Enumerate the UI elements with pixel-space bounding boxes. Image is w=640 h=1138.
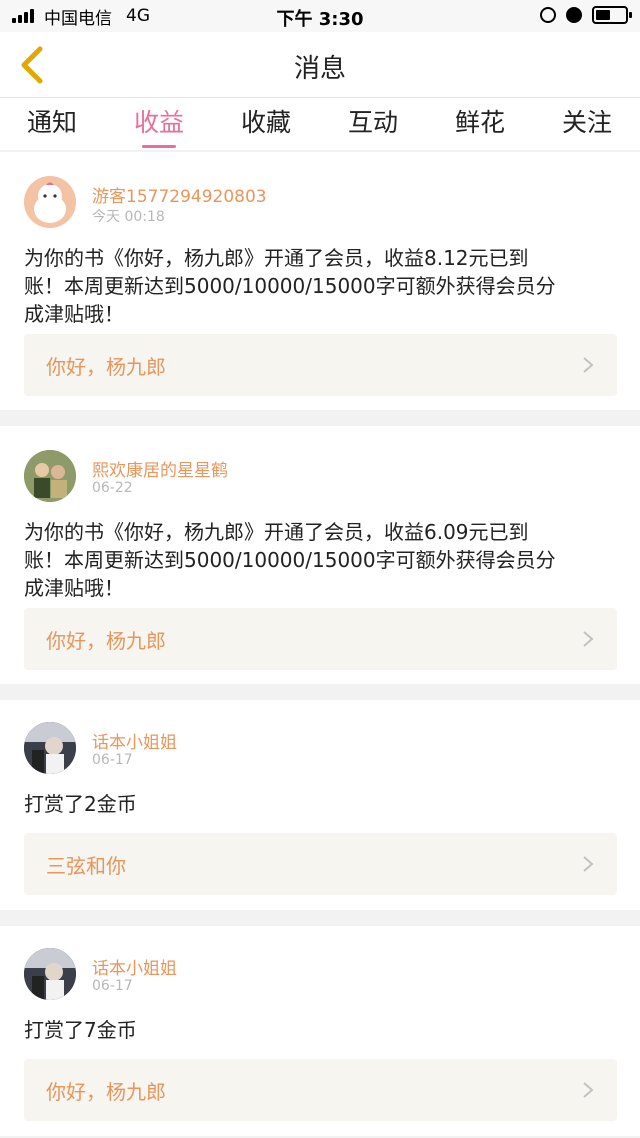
message-line: 打赏了2金币	[24, 792, 137, 816]
chevron-right-icon	[583, 1082, 594, 1098]
message-line: 账！本周更新达到5000/10000/15000字可额外获得会员分	[24, 548, 556, 572]
message-time: 06-17	[92, 752, 133, 768]
tab-label: 收益	[133, 108, 184, 137]
message-text: 打赏了2金币	[24, 790, 620, 818]
book-title: 三弦和你	[46, 854, 126, 878]
tab-label: 互动	[347, 108, 398, 137]
book-title: 你好，杨九郎	[46, 1080, 166, 1104]
alarm-icon	[566, 7, 582, 23]
message-time: 今天 00:18	[92, 209, 165, 225]
message-line: 成津贴哦！	[24, 302, 124, 326]
avatar[interactable]	[24, 722, 76, 774]
message-line: 为你的书《你好，杨九郎》开通了会员，收益6.09元已到	[24, 520, 529, 544]
message-line: 为你的书《你好，杨九郎》开通了会员，收益8.12元已到	[24, 246, 529, 270]
book-title: 你好，杨九郎	[46, 355, 166, 379]
message-line: 账！本周更新达到5000/10000/15000字可额外获得会员分	[24, 274, 556, 298]
message-text: 为你的书《你好，杨九郎》开通了会员，收益6.09元已到 账！本周更新达到5000…	[24, 518, 620, 602]
tab-label: 通知	[26, 108, 77, 137]
message-text: 打赏了7金币	[24, 1016, 620, 1044]
tab-favorites[interactable]: 收藏	[230, 103, 302, 148]
status-right	[540, 6, 632, 24]
chick-avatar-icon	[24, 176, 76, 228]
avatar[interactable]	[24, 948, 76, 1000]
status-bar: 中国电信 4G 下午 3:30	[0, 0, 640, 32]
message-card: 熙欢康居的星星鹤 06-22 为你的书《你好，杨九郎》开通了会员，收益6.09元…	[0, 426, 640, 684]
message-text: 为你的书《你好，杨九郎》开通了会员，收益8.12元已到 账！本周更新达到5000…	[24, 244, 620, 328]
chevron-right-icon	[583, 357, 594, 373]
nav-bar: 消息	[0, 32, 640, 98]
tab-notifications[interactable]: 通知	[16, 103, 88, 148]
message-username[interactable]: 话本小姐姐	[92, 954, 177, 979]
tab-following[interactable]: 关注	[551, 103, 623, 148]
book-link[interactable]: 你好，杨九郎	[24, 334, 617, 396]
message-line: 打赏了7金币	[24, 1018, 137, 1042]
book-link[interactable]: 三弦和你	[24, 833, 617, 895]
message-username[interactable]: 游客1577294920803	[92, 182, 267, 207]
tab-label: 鲜花	[454, 108, 505, 137]
user-photo-icon	[24, 948, 76, 1000]
rotation-lock-icon	[540, 7, 556, 23]
book-link[interactable]: 你好，杨九郎	[24, 608, 617, 670]
avatar[interactable]	[24, 176, 76, 228]
message-username[interactable]: 话本小姐姐	[92, 728, 177, 753]
tab-earnings[interactable]: 收益	[123, 103, 195, 148]
message-username[interactable]: 熙欢康居的星星鹤	[92, 456, 228, 481]
book-link[interactable]: 你好，杨九郎	[24, 1059, 617, 1121]
message-card: 话本小姐姐 06-17 打赏了2金币 三弦和你	[0, 700, 640, 910]
tab-interactions[interactable]: 互动	[337, 103, 409, 148]
avatar[interactable]	[24, 450, 76, 502]
chevron-right-icon	[583, 856, 594, 872]
battery-icon	[592, 6, 632, 24]
page-title: 消息	[293, 54, 346, 84]
tab-label: 关注	[561, 108, 612, 137]
message-time: 06-22	[92, 480, 133, 496]
tab-flowers[interactable]: 鲜花	[444, 103, 516, 148]
tab-active-indicator	[142, 145, 176, 148]
message-card: 话本小姐姐 06-17 打赏了7金币 你好，杨九郎	[0, 926, 640, 1136]
user-photo-icon	[24, 450, 76, 502]
tab-bar: 通知 收益 收藏 互动 鲜花 关注	[0, 98, 640, 150]
tab-label: 收藏	[240, 108, 291, 137]
message-time: 06-17	[92, 978, 133, 994]
message-line: 成津贴哦！	[24, 576, 124, 600]
user-photo-icon	[24, 722, 76, 774]
message-card: 游客1577294920803 今天 00:18 为你的书《你好，杨九郎》开通了…	[0, 152, 640, 410]
chevron-right-icon	[583, 631, 594, 647]
book-title: 你好，杨九郎	[46, 629, 166, 653]
